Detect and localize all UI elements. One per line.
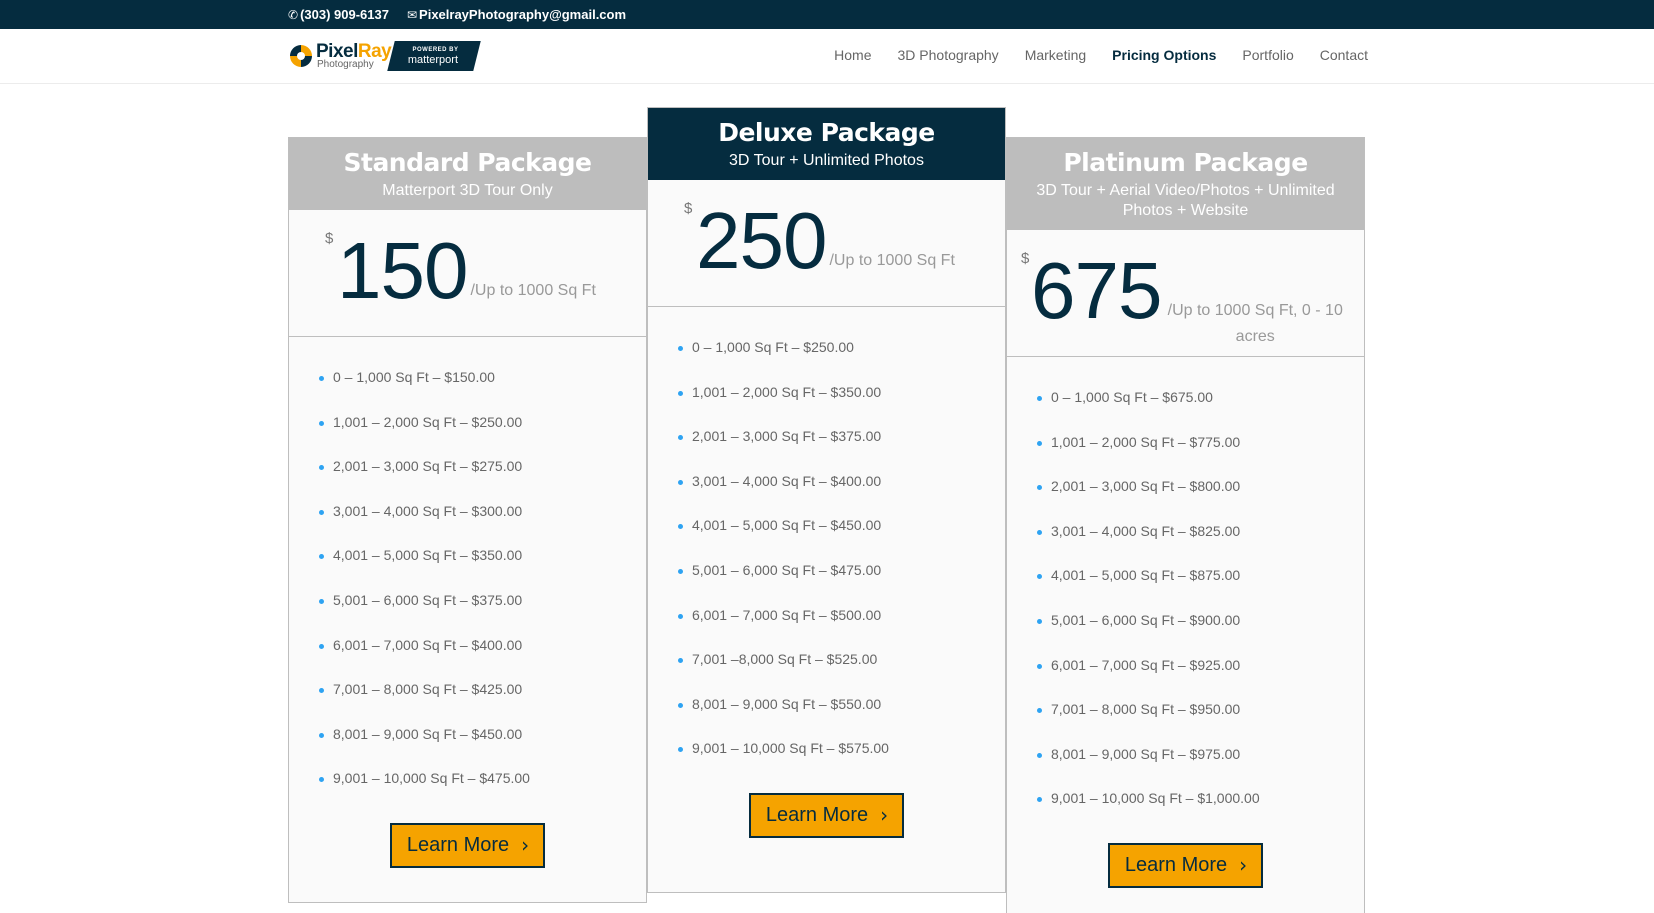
button-label: Learn More bbox=[406, 833, 510, 856]
plan-price: $ 250 /Up to 1000 Sq Ft bbox=[648, 180, 1005, 307]
list-item: 5,001 – 6,000 Sq Ft – $900.00 bbox=[1037, 610, 1344, 655]
list-item: 4,001 – 5,000 Sq Ft – $875.00 bbox=[1037, 565, 1344, 610]
learn-more-button-standard[interactable]: Learn More › bbox=[389, 822, 546, 868]
feature-list: 0 – 1,000 Sq Ft – $150.00 1,001 – 2,000 … bbox=[289, 337, 646, 813]
list-item: 8,001 – 9,000 Sq Ft – $450.00 bbox=[319, 724, 626, 769]
chevron-right-icon: › bbox=[880, 803, 889, 828]
feature-list: 0 – 1,000 Sq Ft – $250.00 1,001 – 2,000 … bbox=[648, 307, 1005, 783]
price-period: /Up to 1000 Sq Ft bbox=[829, 252, 955, 269]
list-item: 9,001 – 10,000 Sq Ft – $475.00 bbox=[319, 768, 626, 813]
list-item: 0 – 1,000 Sq Ft – $250.00 bbox=[678, 337, 985, 382]
list-item: 3,001 – 4,000 Sq Ft – $400.00 bbox=[678, 471, 985, 516]
envelope-icon: ✉ bbox=[406, 7, 418, 22]
currency-symbol: $ bbox=[684, 200, 693, 217]
price-period: /Up to 1000 Sq Ft bbox=[470, 282, 596, 299]
card-header: Standard Package Matterport 3D Tour Only bbox=[289, 138, 646, 210]
plan-title: Standard Package bbox=[343, 148, 592, 177]
list-item: 9,001 – 10,000 Sq Ft – $1,000.00 bbox=[1037, 788, 1344, 833]
currency-symbol: $ bbox=[325, 230, 334, 247]
price-amount: 250 bbox=[696, 196, 827, 285]
matterport-badge: POWERED BY matterport bbox=[387, 41, 481, 71]
list-item: 2,001 – 3,000 Sq Ft – $800.00 bbox=[1037, 476, 1344, 521]
site-logo[interactable]: PixelRay Photography POWERED BY matterpo… bbox=[290, 41, 481, 71]
price-amount: 150 bbox=[337, 226, 468, 315]
pricing-card-standard: Standard Package Matterport 3D Tour Only… bbox=[288, 137, 647, 903]
learn-more-button-platinum[interactable]: Learn More › bbox=[1107, 842, 1264, 888]
list-item: 4,001 – 5,000 Sq Ft – $350.00 bbox=[319, 545, 626, 590]
list-item: 3,001 – 4,000 Sq Ft – $300.00 bbox=[319, 501, 626, 546]
email-address: PixelrayPhotography@gmail.com bbox=[419, 7, 627, 22]
plan-title: Deluxe Package bbox=[718, 118, 935, 147]
card-header: Platinum Package 3D Tour + Aerial Video/… bbox=[1007, 138, 1364, 230]
chevron-right-icon: › bbox=[521, 833, 530, 858]
list-item: 2,001 – 3,000 Sq Ft – $275.00 bbox=[319, 456, 626, 501]
nav-contact[interactable]: Contact bbox=[1320, 47, 1368, 63]
learn-more-button-deluxe[interactable]: Learn More › bbox=[748, 792, 905, 838]
list-item: 7,001 – 8,000 Sq Ft – $425.00 bbox=[319, 679, 626, 724]
nav-portfolio[interactable]: Portfolio bbox=[1242, 47, 1293, 63]
list-item: 6,001 – 7,000 Sq Ft – $500.00 bbox=[678, 605, 985, 650]
price-amount: 675 bbox=[1031, 246, 1162, 335]
plan-subtitle: 3D Tour + Aerial Video/Photos + Unlimite… bbox=[1036, 182, 1335, 219]
site-header: PixelRay Photography POWERED BY matterpo… bbox=[0, 29, 1654, 84]
plan-subtitle: Matterport 3D Tour Only bbox=[382, 182, 553, 199]
list-item: 7,001 – 8,000 Sq Ft – $950.00 bbox=[1037, 699, 1344, 744]
list-item: 8,001 – 9,000 Sq Ft – $975.00 bbox=[1037, 744, 1344, 789]
list-item: 0 – 1,000 Sq Ft – $150.00 bbox=[319, 367, 626, 412]
list-item: 0 – 1,000 Sq Ft – $675.00 bbox=[1037, 387, 1344, 432]
list-item: 9,001 – 10,000 Sq Ft – $575.00 bbox=[678, 738, 985, 783]
list-item: 8,001 – 9,000 Sq Ft – $550.00 bbox=[678, 694, 985, 739]
aperture-icon bbox=[290, 45, 312, 67]
list-item: 1,001 – 2,000 Sq Ft – $350.00 bbox=[678, 382, 985, 427]
nav-marketing[interactable]: Marketing bbox=[1025, 47, 1086, 63]
phone-number: (303) 909-6137 bbox=[300, 7, 389, 22]
list-item: 2,001 – 3,000 Sq Ft – $375.00 bbox=[678, 426, 985, 471]
nav-3d-photography[interactable]: 3D Photography bbox=[898, 47, 999, 63]
nav-pricing-options[interactable]: Pricing Options bbox=[1112, 47, 1216, 63]
list-item: 6,001 – 7,000 Sq Ft – $400.00 bbox=[319, 635, 626, 680]
list-item: 3,001 – 4,000 Sq Ft – $825.00 bbox=[1037, 521, 1344, 566]
top-contact-bar: ✆ (303) 909-6137 ✉ PixelrayPhotography@g… bbox=[0, 0, 1654, 29]
button-wrap: Learn More › bbox=[648, 783, 1005, 868]
card-header: Deluxe Package 3D Tour + Unlimited Photo… bbox=[648, 108, 1005, 180]
phone-icon: ✆ bbox=[288, 7, 299, 22]
main-nav: Home 3D Photography Marketing Pricing Op… bbox=[808, 47, 1368, 63]
plan-subtitle: 3D Tour + Unlimited Photos bbox=[729, 152, 924, 169]
list-item: 4,001 – 5,000 Sq Ft – $450.00 bbox=[678, 515, 985, 560]
list-item: 1,001 – 2,000 Sq Ft – $775.00 bbox=[1037, 432, 1344, 477]
phone-link[interactable]: ✆ (303) 909-6137 bbox=[288, 7, 389, 22]
list-item: 6,001 – 7,000 Sq Ft – $925.00 bbox=[1037, 655, 1344, 700]
list-item: 7,001 –8,000 Sq Ft – $525.00 bbox=[678, 649, 985, 694]
plan-price: $ 675 /Up to 1000 Sq Ft, 0 - 10 acres bbox=[1007, 230, 1364, 357]
pricing-card-deluxe: Deluxe Package 3D Tour + Unlimited Photo… bbox=[647, 107, 1006, 893]
button-label: Learn More bbox=[1124, 853, 1228, 876]
currency-symbol: $ bbox=[1021, 250, 1030, 267]
logo-text: PixelRay Photography bbox=[316, 42, 392, 70]
list-item: 1,001 – 2,000 Sq Ft – $250.00 bbox=[319, 412, 626, 457]
list-item: 5,001 – 6,000 Sq Ft – $475.00 bbox=[678, 560, 985, 605]
price-period: /Up to 1000 Sq Ft, 0 - 10 acres bbox=[1167, 302, 1343, 345]
nav-home[interactable]: Home bbox=[834, 47, 871, 63]
button-wrap: Learn More › bbox=[289, 813, 646, 898]
pricing-card-platinum: Platinum Package 3D Tour + Aerial Video/… bbox=[1006, 137, 1365, 913]
feature-list: 0 – 1,000 Sq Ft – $675.00 1,001 – 2,000 … bbox=[1007, 357, 1364, 833]
button-label: Learn More bbox=[765, 803, 869, 826]
button-wrap: Learn More › bbox=[1007, 833, 1364, 913]
list-item: 5,001 – 6,000 Sq Ft – $375.00 bbox=[319, 590, 626, 635]
plan-title: Platinum Package bbox=[1063, 148, 1308, 177]
plan-price: $ 150 /Up to 1000 Sq Ft bbox=[289, 210, 646, 337]
chevron-right-icon: › bbox=[1239, 853, 1248, 878]
email-link[interactable]: ✉ PixelrayPhotography@gmail.com bbox=[407, 7, 626, 22]
